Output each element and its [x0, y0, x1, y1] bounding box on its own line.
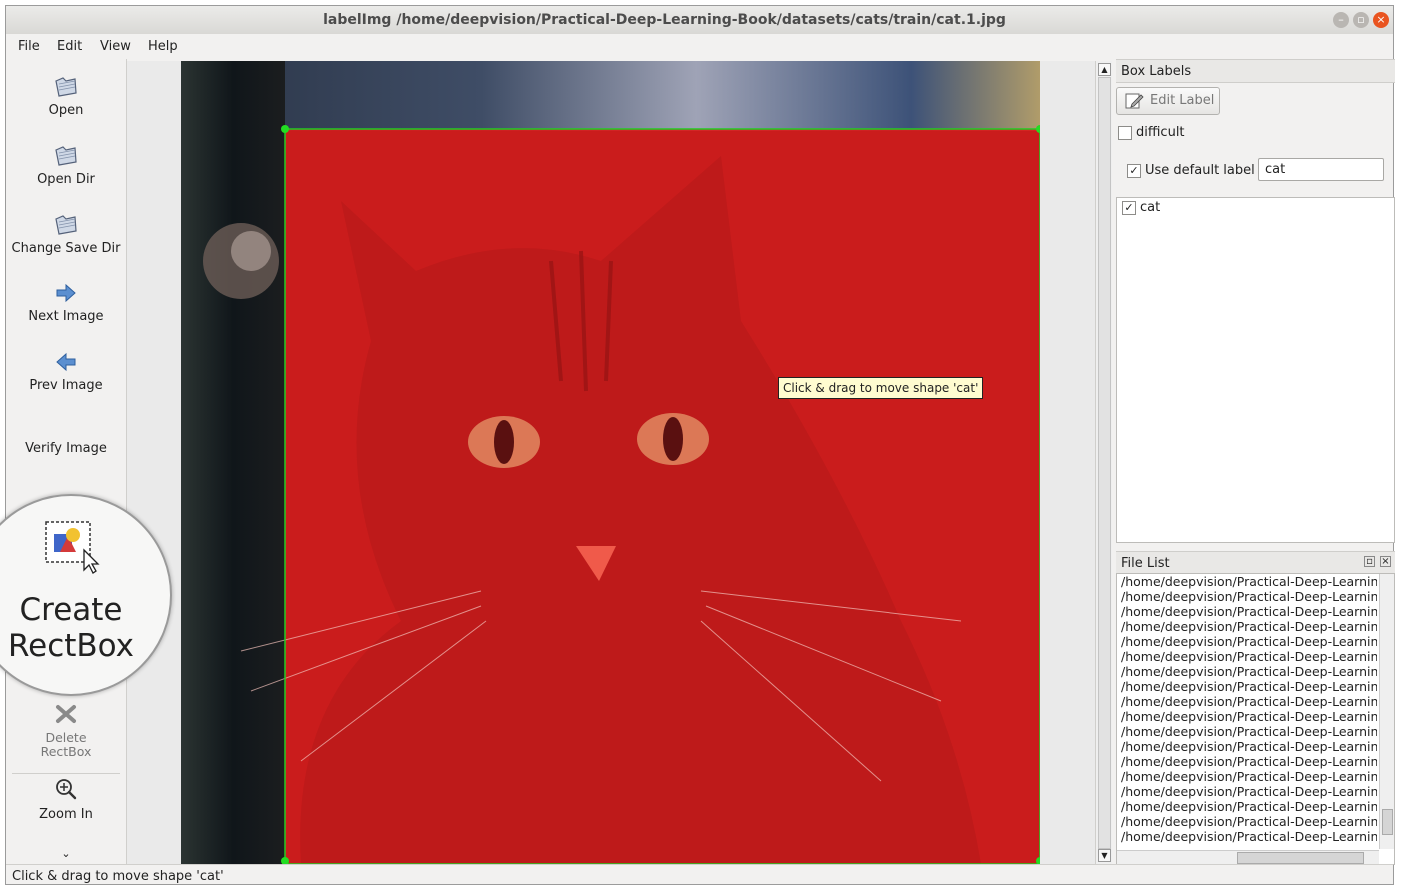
window-title: labelImg /home/deepvision/Practical-Deep… [323, 12, 1006, 28]
float-panel-icon[interactable]: ▫ [1364, 556, 1375, 567]
file-list-item[interactable]: /home/deepvision/Practical-Deep-Learning [1117, 679, 1377, 694]
photo-artwork [181, 61, 1040, 864]
scroll-up-icon[interactable]: ▲ [1098, 63, 1111, 76]
label-list-item[interactable]: cat [1140, 200, 1160, 215]
prev-image-button[interactable]: Prev Image [6, 350, 126, 393]
delete-rectbox-button[interactable]: Delete RectBox [6, 702, 126, 759]
file-list-item[interactable]: /home/deepvision/Practical-Deep-Learning [1117, 664, 1377, 679]
file-list-item[interactable]: /home/deepvision/Practical-Deep-Learning [1117, 604, 1377, 619]
box-handle-top-left[interactable] [281, 125, 289, 133]
file-list-item[interactable]: /home/deepvision/Practical-Deep-Learning [1117, 649, 1377, 664]
file-list-title: File List [1121, 556, 1170, 571]
label-cat-checkbox[interactable]: ✓ [1122, 201, 1136, 215]
menu-edit[interactable]: Edit [57, 39, 82, 54]
edit-label-text: Edit Label [1150, 93, 1215, 108]
open-dir-button[interactable]: Open Dir [6, 144, 126, 187]
file-list-item[interactable]: /home/deepvision/Practical-Deep-Learning [1117, 694, 1377, 709]
maximize-button[interactable]: ▫ [1353, 12, 1369, 28]
verify-image-label: Verify Image [25, 441, 107, 456]
create-rectbox-label-1: Create [19, 592, 123, 628]
file-list-item[interactable]: /home/deepvision/Practical-Deep-Learning [1117, 814, 1377, 829]
file-list-item[interactable]: /home/deepvision/Practical-Deep-Learning [1117, 754, 1377, 769]
cat-photo [181, 61, 1040, 864]
open-dir-label: Open Dir [37, 172, 95, 187]
folder-icon [55, 146, 77, 166]
verify-image-button[interactable]: Verify Image [6, 441, 126, 456]
file-list-hscroll-thumb[interactable] [1237, 852, 1364, 864]
prev-image-label: Prev Image [29, 378, 103, 393]
next-image-button[interactable]: Next Image [6, 281, 126, 324]
file-list-item[interactable]: /home/deepvision/Practical-Deep-Learning [1117, 829, 1377, 844]
close-panel-icon[interactable]: × [1380, 556, 1391, 567]
canvas-scrollbar[interactable]: ▲ ▼ [1095, 61, 1112, 864]
label-list: ✓ cat [1116, 197, 1395, 543]
file-list-item[interactable]: /home/deepvision/Practical-Deep-Learning [1117, 574, 1377, 589]
use-default-label-text: Use default label [1145, 163, 1255, 178]
menu-help[interactable]: Help [148, 39, 178, 54]
create-rectbox-label-2: RectBox [7, 628, 135, 664]
file-list-rows: /home/deepvision/Practical-Deep-Learning… [1117, 574, 1377, 849]
zoom-in-icon [56, 779, 77, 800]
menu-view[interactable]: View [100, 39, 131, 54]
edit-label-button[interactable]: Edit Label [1116, 87, 1220, 115]
more-tools-chevron-icon[interactable]: ⌄ [6, 848, 126, 859]
zoom-in-button[interactable]: Zoom In [6, 777, 126, 822]
create-rectbox-icon [45, 521, 100, 574]
open-label: Open [48, 103, 84, 118]
minimize-button[interactable]: – [1333, 12, 1349, 28]
edit-pencil-icon [1125, 93, 1144, 109]
file-list-hscroll[interactable] [1117, 850, 1379, 864]
title-bar: labelImg /home/deepvision/Practical-Deep… [6, 6, 1393, 35]
default-label-value: cat [1265, 162, 1286, 177]
file-list-header: File List ▫ × [1116, 551, 1395, 574]
file-list: /home/deepvision/Practical-Deep-Learning… [1116, 573, 1395, 865]
difficult-label: difficult [1136, 125, 1185, 140]
file-list-item[interactable]: /home/deepvision/Practical-Deep-Learning [1117, 634, 1377, 649]
delete-x-icon [56, 705, 76, 723]
default-label-input[interactable]: cat [1258, 158, 1384, 181]
toolbar: Open Open Dir Change Save Dir Next Image [6, 59, 127, 864]
file-list-item[interactable]: /home/deepvision/Practical-Deep-Learning [1117, 589, 1377, 604]
folder-save-icon [55, 215, 77, 235]
zoom-in-label: Zoom In [39, 807, 93, 822]
delete-rectbox-label-2: RectBox [40, 744, 92, 759]
scroll-thumb[interactable] [1098, 77, 1111, 849]
labelimg-window: labelImg /home/deepvision/Practical-Deep… [0, 5, 1395, 887]
canvas-tooltip: Click & drag to move shape 'cat' [778, 377, 984, 399]
file-list-scroll-thumb[interactable] [1382, 809, 1393, 835]
file-list-vscroll[interactable] [1379, 574, 1394, 849]
file-list-item[interactable]: /home/deepvision/Practical-Deep-Learning [1117, 709, 1377, 724]
arrow-left-icon [56, 352, 76, 372]
toolbar-divider [12, 773, 120, 774]
delete-rectbox-label-1: Delete [45, 730, 87, 745]
right-dock: Box Labels Edit Label difficult ✓ Use de… [1116, 59, 1395, 865]
status-bar: Click & drag to move shape 'cat' [6, 864, 1393, 887]
menu-bar: File Edit View Help [6, 34, 1393, 58]
status-text: Click & drag to move shape 'cat' [12, 869, 224, 884]
open-button[interactable]: Open [6, 75, 126, 118]
menu-file[interactable]: File [18, 39, 40, 54]
box-labels-title: Box Labels [1121, 64, 1192, 79]
change-save-dir-button[interactable]: Change Save Dir [6, 213, 126, 256]
file-list-item[interactable]: /home/deepvision/Practical-Deep-Learning [1117, 784, 1377, 799]
folder-open-icon [55, 77, 77, 97]
difficult-checkbox[interactable] [1118, 126, 1132, 140]
scroll-down-icon[interactable]: ▼ [1098, 849, 1111, 862]
next-image-label: Next Image [28, 309, 104, 324]
close-button[interactable]: × [1373, 12, 1389, 28]
use-default-label-checkbox[interactable]: ✓ [1127, 164, 1141, 178]
file-list-item[interactable]: /home/deepvision/Practical-Deep-Learning [1117, 769, 1377, 784]
arrow-right-icon [56, 283, 76, 303]
file-list-item[interactable]: /home/deepvision/Practical-Deep-Learning [1117, 799, 1377, 814]
box-labels-header: Box Labels [1116, 59, 1395, 83]
image-canvas[interactable]: Click & drag to move shape 'cat' [127, 61, 1098, 864]
file-list-item[interactable]: /home/deepvision/Practical-Deep-Learning [1117, 724, 1377, 739]
change-save-dir-label: Change Save Dir [11, 241, 121, 256]
file-list-item[interactable]: /home/deepvision/Practical-Deep-Learning [1117, 619, 1377, 634]
file-list-item[interactable]: /home/deepvision/Practical-Deep-Learning [1117, 739, 1377, 754]
